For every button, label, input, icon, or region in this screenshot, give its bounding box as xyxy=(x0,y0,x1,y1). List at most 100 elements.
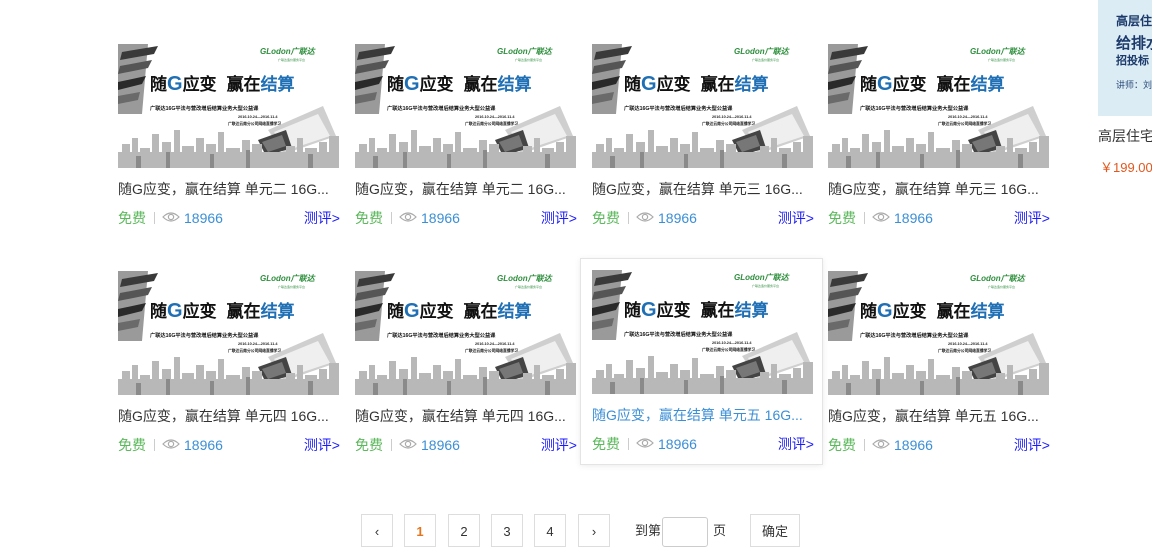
glodon-logo: GLodon广联达 xyxy=(970,47,1027,56)
course-meta: 免费 18966 测评> xyxy=(118,208,340,228)
recommended-course[interactable]: 高层住 给排水 招投标 讲师：刘 高层住宅 ￥199.00 xyxy=(1098,0,1152,547)
price-label: 免费 xyxy=(828,437,856,453)
goto-prefix-label: 到第 xyxy=(635,523,662,538)
divider xyxy=(391,212,392,224)
course-thumbnail-link[interactable]: GLodon广联达 广联达造价服务平台 随G应变 赢在结算 广联达16G平法与营改… xyxy=(118,44,339,168)
course-thumbnail-link[interactable]: GLodon广联达 广联达造价服务平台 随G应变 赢在结算 广联达16G平法与营改… xyxy=(118,271,339,395)
logo-tagline: 广联达造价服务平台 xyxy=(988,284,1015,289)
price-label: 免费 xyxy=(355,437,383,453)
thumb-date: 2016.10.24—2016.11.4 xyxy=(238,342,278,346)
course-card[interactable]: GLodon广联达 广联达造价服务平台 随G应变 赢在结算 广联达16G平法与营改… xyxy=(592,44,836,250)
prev-page-button[interactable]: ‹ xyxy=(361,514,393,547)
course-title[interactable]: 随G应变，赢在结算 单元五 16G... xyxy=(592,405,814,425)
course-thumbnail[interactable]: GLodon广联达 广联达造价服务平台 随G应变 赢在结算 广联达16G平法与营改… xyxy=(355,44,576,168)
course-grid: GLodon广联达 广联达造价服务平台 随G应变 赢在结算 广联达16G平法与营改… xyxy=(0,0,1072,547)
course-title[interactable]: 随G应变，赢在结算 单元三 16G... xyxy=(828,179,1050,199)
thumb-date: 2016.10.24—2016.11.4 xyxy=(238,115,278,119)
course-title[interactable]: 随G应变，赢在结算 单元四 16G... xyxy=(118,406,340,426)
thumb-subtitle: 广联达16G平法与营改增后结算业务大型公益课 xyxy=(860,104,969,112)
thumb-host: 广联达云南分公司网络直播学习 xyxy=(228,348,281,353)
view-count: 18966 xyxy=(894,437,933,453)
eye-icon xyxy=(162,212,180,222)
page-button-2[interactable]: 2 xyxy=(448,514,480,547)
divider xyxy=(628,438,629,450)
thumb-host: 广联达云南分公司网络直播学习 xyxy=(228,121,281,126)
review-link[interactable]: 测评> xyxy=(778,434,814,454)
course-card[interactable]: GLodon广联达 广联达造价服务平台 随G应变 赢在结算 广联达16G平法与营改… xyxy=(355,271,599,477)
course-title[interactable]: 随G应变，赢在结算 单元二 16G... xyxy=(355,179,577,199)
course-meta: 免费 18966 测评> xyxy=(118,435,340,455)
course-meta: 免费 18966 测评> xyxy=(828,435,1050,455)
course-card[interactable]: GLodon广联达 广联达造价服务平台 随G应变 赢在结算 广联达16G平法与营改… xyxy=(828,271,1072,477)
course-meta: 免费 18966 测评> xyxy=(592,434,814,454)
recommended-thumb-line: 招投标 xyxy=(1116,55,1149,67)
course-title[interactable]: 随G应变，赢在结算 单元三 16G... xyxy=(592,179,814,199)
course-card[interactable]: GLodon广联达 广联达造价服务平台 随G应变 赢在结算 广联达16G平法与营改… xyxy=(355,44,599,250)
logo-tagline: 广联达造价服务平台 xyxy=(515,57,542,62)
review-link[interactable]: 测评> xyxy=(778,208,814,228)
thumb-host: 广联达云南分公司网络直播学习 xyxy=(702,121,755,126)
course-title[interactable]: 随G应变，赢在结算 单元五 16G... xyxy=(828,406,1050,426)
confirm-button[interactable]: 确定 xyxy=(750,514,800,547)
recommended-thumb-line: 讲师：刘 xyxy=(1116,80,1152,90)
course-card[interactable]: GLodon广联达 广联达造价服务平台 随G应变 赢在结算 广联达16G平法与营改… xyxy=(828,44,1072,250)
logo-tagline: 广联达造价服务平台 xyxy=(278,284,305,289)
course-meta: 免费 18966 测评> xyxy=(592,208,814,228)
pagination: ‹ 1 2 3 4 › 到第 页 确定 xyxy=(0,514,1152,547)
recommended-price: ￥199.00 xyxy=(1100,160,1152,175)
course-thumbnail-link[interactable]: GLodon广联达 广联达造价服务平台 随G应变 赢在结算 广联达16G平法与营改… xyxy=(355,271,576,395)
price-label: 免费 xyxy=(592,210,620,226)
next-page-button[interactable]: › xyxy=(578,514,610,547)
course-thumbnail[interactable]: GLodon广联达 广联达造价服务平台 随G应变 赢在结算 广联达16G平法与营改… xyxy=(355,271,576,395)
course-title[interactable]: 随G应变，赢在结算 单元二 16G... xyxy=(118,179,340,199)
thumb-date: 2016.10.24—2016.11.4 xyxy=(712,115,752,119)
page-button-1[interactable]: 1 xyxy=(404,514,436,547)
course-card[interactable]: GLodon广联达 广联达造价服务平台 随G应变 赢在结算 广联达16G平法与营改… xyxy=(118,44,362,250)
thumb-date: 2016.10.24—2016.11.4 xyxy=(948,115,988,119)
eye-icon xyxy=(872,212,890,222)
review-link[interactable]: 测评> xyxy=(304,435,340,455)
logo-tagline: 广联达造价服务平台 xyxy=(515,284,542,289)
glodon-logo: GLodon广联达 xyxy=(260,47,317,56)
divider xyxy=(864,439,865,451)
course-thumbnail[interactable]: GLodon广联达 广联达造价服务平台 随G应变 赢在结算 广联达16G平法与营改… xyxy=(592,270,813,394)
glodon-logo: GLodon广联达 xyxy=(970,274,1027,283)
thumb-date: 2016.10.24—2016.11.4 xyxy=(475,342,515,346)
eye-icon xyxy=(872,439,890,449)
divider xyxy=(391,439,392,451)
glodon-logo: GLodon广联达 xyxy=(497,274,554,283)
review-link[interactable]: 测评> xyxy=(1014,435,1050,455)
course-thumbnail-link[interactable]: GLodon广联达 广联达造价服务平台 随G应变 赢在结算 广联达16G平法与营改… xyxy=(828,44,1049,168)
course-title[interactable]: 随G应变，赢在结算 单元四 16G... xyxy=(355,406,577,426)
goto-page-input[interactable] xyxy=(662,517,708,547)
course-thumbnail[interactable]: GLodon广联达 广联达造价服务平台 随G应变 赢在结算 广联达16G平法与营改… xyxy=(828,44,1049,168)
review-link[interactable]: 测评> xyxy=(541,435,577,455)
thumb-subtitle: 广联达16G平法与营改增后结算业务大型公益课 xyxy=(860,331,969,339)
course-card[interactable]: GLodon广联达 广联达造价服务平台 随G应变 赢在结算 广联达16G平法与营改… xyxy=(118,271,362,477)
thumb-host: 广联达云南分公司网络直播学习 xyxy=(938,348,991,353)
course-thumbnail-link[interactable]: GLodon广联达 广联达造价服务平台 随G应变 赢在结算 广联达16G平法与营改… xyxy=(592,44,813,168)
recommended-title[interactable]: 高层住宅 xyxy=(1098,126,1152,146)
thumb-subtitle: 广联达16G平法与营改增后结算业务大型公益课 xyxy=(624,104,733,112)
course-thumbnail[interactable]: GLodon广联达 广联达造价服务平台 随G应变 赢在结算 广联达16G平法与营改… xyxy=(828,271,1049,395)
page-button-4[interactable]: 4 xyxy=(534,514,566,547)
recommended-thumbnail[interactable]: 高层住 给排水 招投标 讲师：刘 xyxy=(1098,0,1152,116)
course-thumbnail-link[interactable]: GLodon广联达 广联达造价服务平台 随G应变 赢在结算 广联达16G平法与营改… xyxy=(828,271,1049,395)
page-button-3[interactable]: 3 xyxy=(491,514,523,547)
glodon-logo: GLodon广联达 xyxy=(734,47,791,56)
course-thumbnail[interactable]: GLodon广联达 广联达造价服务平台 随G应变 赢在结算 广联达16G平法与营改… xyxy=(118,271,339,395)
course-card[interactable]: GLodon广联达 广联达造价服务平台 随G应变 赢在结算 广联达16G平法与营改… xyxy=(580,258,823,465)
review-link[interactable]: 测评> xyxy=(304,208,340,228)
course-thumbnail[interactable]: GLodon广联达 广联达造价服务平台 随G应变 赢在结算 广联达16G平法与营改… xyxy=(118,44,339,168)
review-link[interactable]: 测评> xyxy=(541,208,577,228)
thumb-host: 广联达云南分公司网络直播学习 xyxy=(938,121,991,126)
course-thumbnail-link[interactable]: GLodon广联达 广联达造价服务平台 随G应变 赢在结算 广联达16G平法与营改… xyxy=(592,270,813,394)
thumb-host: 广联达云南分公司网络直播学习 xyxy=(465,348,518,353)
review-link[interactable]: 测评> xyxy=(1014,208,1050,228)
divider xyxy=(154,212,155,224)
view-count: 18966 xyxy=(421,437,460,453)
thumb-date: 2016.10.24—2016.11.4 xyxy=(712,341,752,345)
thumb-host: 广联达云南分公司网络直播学习 xyxy=(465,121,518,126)
course-thumbnail-link[interactable]: GLodon广联达 广联达造价服务平台 随G应变 赢在结算 广联达16G平法与营改… xyxy=(355,44,576,168)
course-thumbnail[interactable]: GLodon广联达 广联达造价服务平台 随G应变 赢在结算 广联达16G平法与营改… xyxy=(592,44,813,168)
